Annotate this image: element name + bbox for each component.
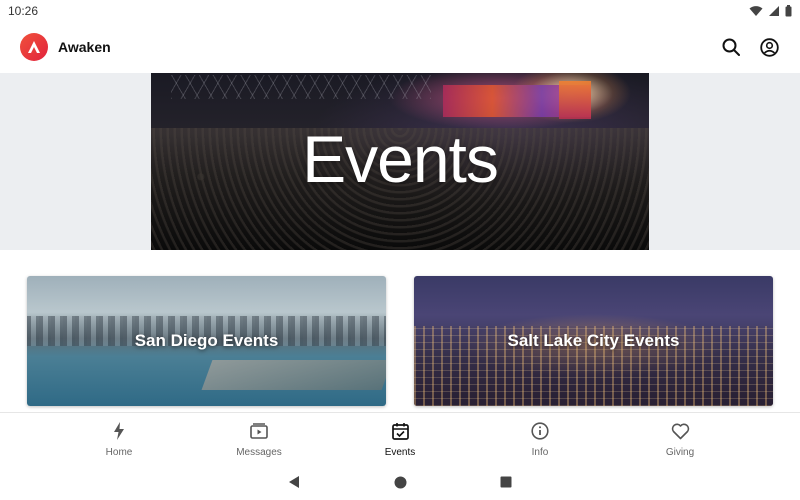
nav-item-events[interactable]: Events — [360, 421, 440, 458]
hero-title: Events — [302, 122, 499, 196]
san-diego-events-card[interactable]: San Diego Events — [27, 276, 386, 406]
recents-square-icon — [500, 476, 512, 488]
system-navigation-bar — [0, 464, 800, 500]
account-icon — [759, 37, 779, 57]
back-triangle-icon — [289, 476, 299, 488]
calendar-icon — [391, 423, 409, 440]
hero-banner: Events — [151, 73, 649, 250]
system-home-button[interactable] — [392, 474, 408, 490]
battery-icon — [785, 5, 792, 17]
nav-label: Messages — [236, 447, 282, 458]
bottom-navigation: Home Messages Events Info Giving — [0, 412, 800, 464]
shoreline-image — [201, 360, 386, 390]
app-actions — [720, 36, 780, 58]
search-icon — [722, 38, 740, 56]
nav-label: Info — [531, 447, 549, 458]
video-icon — [250, 423, 268, 439]
system-back-button[interactable] — [286, 474, 302, 490]
system-recents-button[interactable] — [498, 474, 514, 490]
nav-label: Home — [105, 447, 133, 458]
status-icons — [749, 5, 792, 17]
salt-lake-city-events-card[interactable]: Salt Lake City Events — [414, 276, 773, 406]
status-bar: 10:26 — [0, 0, 800, 22]
heart-icon — [671, 423, 689, 439]
event-cards: San Diego Events Salt Lake City Events — [27, 276, 773, 406]
card-label: San Diego Events — [134, 331, 279, 350]
awaken-logo-icon[interactable] — [20, 33, 48, 61]
cellular-icon — [769, 6, 779, 16]
nav-item-home[interactable]: Home — [79, 421, 159, 458]
stage-truss — [171, 75, 431, 99]
lightning-icon — [114, 422, 124, 440]
app-bar: Awaken — [0, 22, 800, 72]
app-title: Awaken — [58, 39, 111, 55]
wifi-icon — [749, 6, 763, 16]
nav-item-info[interactable]: Info — [500, 421, 580, 458]
card-label: Salt Lake City Events — [507, 331, 680, 350]
nav-item-messages[interactable]: Messages — [219, 421, 299, 458]
home-circle-icon — [394, 476, 406, 488]
search-button[interactable] — [720, 36, 742, 58]
nav-item-giving[interactable]: Giving — [640, 421, 720, 458]
stage-screen-side — [559, 81, 591, 119]
status-time: 10:26 — [8, 4, 39, 18]
hero-band: Events — [0, 73, 800, 250]
nav-label: Events — [384, 447, 416, 458]
nav-label: Giving — [665, 447, 695, 458]
account-button[interactable] — [758, 36, 780, 58]
info-icon — [531, 422, 549, 440]
